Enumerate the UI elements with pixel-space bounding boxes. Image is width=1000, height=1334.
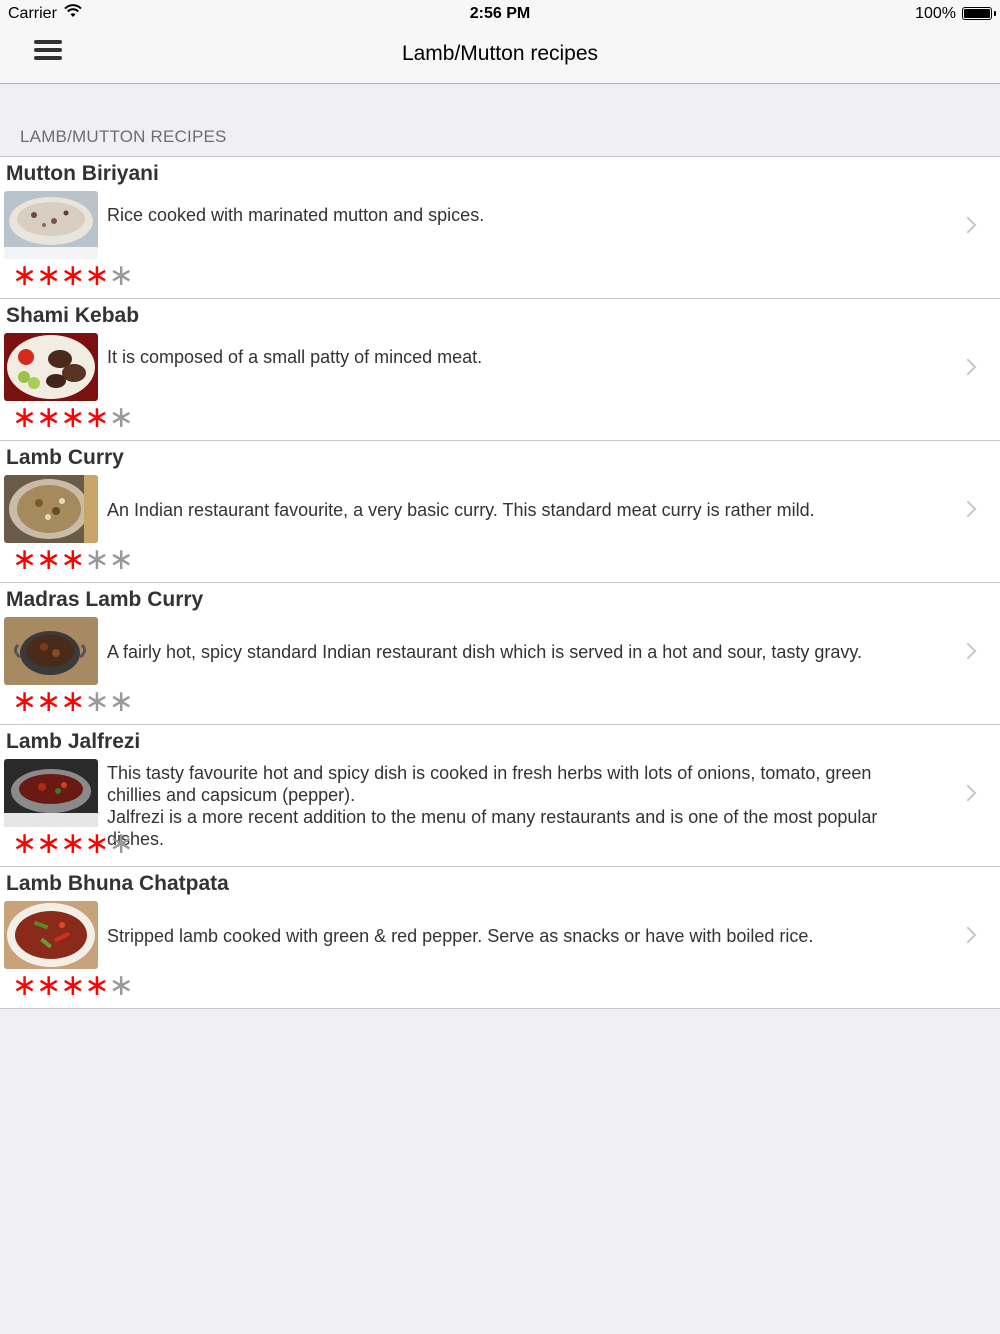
- star-rating: ∗∗∗∗∗: [12, 259, 134, 292]
- section-header: LAMB/MUTTON RECIPES: [20, 127, 227, 146]
- star-empty-icon: ∗: [108, 259, 134, 292]
- star-empty-icon: ∗: [108, 969, 134, 1002]
- star-filled-icon: ∗: [12, 543, 37, 576]
- recipe-name: Lamb Bhuna Chatpata: [6, 872, 229, 895]
- star-filled-icon: ∗: [84, 401, 109, 434]
- star-filled-icon: ∗: [60, 827, 85, 860]
- chevron-right-icon: [959, 358, 977, 376]
- recipe-description: An Indian restaurant favourite, a very b…: [107, 500, 815, 520]
- star-rating: ∗∗∗∗∗: [12, 827, 134, 860]
- chevron-right-icon: [959, 216, 977, 234]
- recipe-name: Lamb Jalfrezi: [6, 730, 141, 753]
- star-empty-icon: ∗: [84, 685, 109, 718]
- star-filled-icon: ∗: [60, 401, 85, 434]
- battery-icon: [962, 7, 996, 20]
- star-empty-icon: ∗: [108, 543, 134, 576]
- star-filled-icon: ∗: [84, 969, 109, 1002]
- recipe-row[interactable]: Shami Kebab It is composed of a small pa…: [0, 299, 1000, 441]
- clock: 2:56 PM: [469, 5, 531, 22]
- star-empty-icon: ∗: [108, 685, 134, 718]
- star-filled-icon: ∗: [36, 827, 61, 860]
- recipe-thumbnail: [4, 333, 98, 401]
- recipe-name: Madras Lamb Curry: [6, 588, 204, 611]
- page-title: Lamb/Mutton recipes: [401, 42, 599, 65]
- star-empty-icon: ∗: [108, 827, 134, 860]
- star-rating: ∗∗∗∗∗: [12, 401, 134, 434]
- star-filled-icon: ∗: [12, 259, 37, 292]
- star-filled-icon: ∗: [84, 827, 109, 860]
- star-filled-icon: ∗: [84, 259, 109, 292]
- star-filled-icon: ∗: [36, 543, 61, 576]
- recipe-row[interactable]: Madras Lamb Curry A fairly hot, spicy st…: [0, 583, 1000, 725]
- recipe-description: Stripped lamb cooked with green & red pe…: [107, 926, 814, 946]
- star-filled-icon: ∗: [36, 969, 61, 1002]
- recipe-thumbnail: [4, 759, 98, 827]
- star-filled-icon: ∗: [36, 259, 61, 292]
- recipe-thumbnail: [4, 901, 98, 969]
- star-rating: ∗∗∗∗∗: [12, 543, 134, 576]
- chevron-right-icon: [959, 784, 977, 802]
- navigation-bar: Lamb/Mutton recipes: [0, 28, 1000, 84]
- battery-percent: 100%: [915, 5, 956, 22]
- star-filled-icon: ∗: [60, 259, 85, 292]
- chevron-right-icon: [959, 926, 977, 944]
- recipe-description: A fairly hot, spicy standard Indian rest…: [107, 642, 863, 662]
- recipe-row[interactable]: Lamb Jalfrezi This tasty favourite hot a…: [0, 725, 1000, 867]
- star-filled-icon: ∗: [12, 685, 37, 718]
- recipe-description: Rice cooked with marinated mutton and sp…: [107, 205, 485, 225]
- star-empty-icon: ∗: [84, 543, 109, 576]
- recipe-row[interactable]: Lamb Curry An Indian restaurant favourit…: [0, 441, 1000, 583]
- recipe-name: Lamb Curry: [6, 446, 124, 469]
- recipe-thumbnail: [4, 475, 98, 543]
- recipe-name: Shami Kebab: [6, 304, 140, 327]
- recipe-thumbnail: [4, 617, 98, 685]
- star-filled-icon: ∗: [60, 543, 85, 576]
- recipe-description: It is composed of a small patty of mince…: [107, 347, 483, 367]
- star-empty-icon: ∗: [108, 401, 134, 434]
- recipe-list: Mutton Biriyani Rice cooked with marinat…: [0, 156, 1000, 1009]
- star-filled-icon: ∗: [12, 827, 37, 860]
- star-rating: ∗∗∗∗∗: [12, 685, 134, 718]
- chevron-right-icon: [959, 642, 977, 660]
- star-rating: ∗∗∗∗∗: [12, 969, 134, 1002]
- status-bar: Carrier 2:56 PM 100%: [0, 0, 1000, 28]
- recipe-thumbnail: [4, 191, 98, 259]
- recipe-row[interactable]: Mutton Biriyani Rice cooked with marinat…: [0, 157, 1000, 299]
- recipe-row[interactable]: Lamb Bhuna Chatpata Stripped lamb cooked…: [0, 867, 1000, 1008]
- star-filled-icon: ∗: [12, 969, 37, 1002]
- star-filled-icon: ∗: [36, 401, 61, 434]
- recipe-name: Mutton Biriyani: [6, 162, 159, 185]
- star-filled-icon: ∗: [12, 401, 37, 434]
- star-filled-icon: ∗: [60, 685, 85, 718]
- recipe-description: This tasty favourite hot and spicy dish …: [107, 763, 878, 849]
- chevron-right-icon: [959, 500, 977, 518]
- star-filled-icon: ∗: [60, 969, 85, 1002]
- star-filled-icon: ∗: [36, 685, 61, 718]
